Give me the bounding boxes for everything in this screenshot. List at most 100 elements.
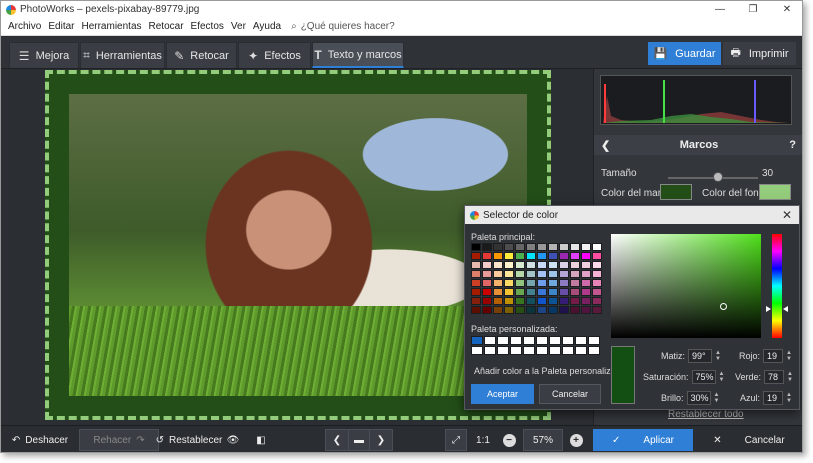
palette-color-swatch[interactable] [537,270,547,278]
palette-color-swatch[interactable] [559,261,569,269]
add-custom-color-button[interactable]: Añadir color a la Paleta personalizada [474,366,626,376]
palette-color-swatch[interactable] [559,306,569,314]
palette-color-swatch[interactable] [484,336,496,345]
back-icon[interactable]: ❮ [601,139,610,152]
palette-color-swatch[interactable] [526,306,536,314]
palette-color-swatch[interactable] [515,288,525,296]
palette-color-swatch[interactable] [548,306,558,314]
palette-color-swatch[interactable] [471,288,481,296]
palette-color-swatch[interactable] [581,261,591,269]
palette-color-swatch[interactable] [526,252,536,260]
palette-color-swatch[interactable] [493,297,503,305]
palette-color-swatch[interactable] [497,346,509,355]
palette-color-swatch[interactable] [575,346,587,355]
palette-color-swatch[interactable] [559,288,569,296]
menu-editar[interactable]: Editar [48,21,74,32]
palette-color-swatch[interactable] [504,270,514,278]
palette-color-swatch[interactable] [536,336,548,345]
palette-color-swatch[interactable] [504,306,514,314]
palette-color-swatch[interactable] [471,261,481,269]
palette-color-swatch[interactable] [482,243,492,251]
palette-color-swatch[interactable] [570,261,580,269]
palette-color-swatch[interactable] [526,279,536,287]
palette-color-swatch[interactable] [548,252,558,260]
palette-color-swatch[interactable] [562,346,574,355]
palette-color-swatch[interactable] [515,243,525,251]
palette-color-swatch[interactable] [559,270,569,278]
palette-color-swatch[interactable] [493,270,503,278]
palette-color-swatch[interactable] [592,297,602,305]
hue-slider-arrow-left-icon[interactable] [766,306,771,313]
undo-button[interactable]: ↶ Deshacer [9,429,71,451]
palette-color-swatch[interactable] [510,346,522,355]
palette-color-swatch[interactable] [548,270,558,278]
palette-color-swatch[interactable] [493,252,503,260]
palette-color-swatch[interactable] [526,261,536,269]
palette-color-swatch[interactable] [549,346,561,355]
saturation-field[interactable]: Saturación: 75% ▲ ▼ [643,370,724,384]
close-window-button[interactable]: ✕ [772,1,802,18]
palette-color-swatch[interactable] [504,279,514,287]
previous-image-button[interactable]: ❮ [325,429,349,451]
palette-color-swatch[interactable] [471,279,481,287]
palette-color-swatch[interactable] [482,279,492,287]
palette-color-swatch[interactable] [581,252,591,260]
palette-color-swatch[interactable] [537,261,547,269]
zoom-in-button[interactable]: + [566,429,586,451]
reset-all-link[interactable]: Restablecer todo [668,409,744,420]
actual-size-button[interactable]: 1:1 [471,429,495,451]
palette-color-swatch[interactable] [581,288,591,296]
menu-ver[interactable]: Ver [231,21,246,32]
palette-color-swatch[interactable] [548,261,558,269]
palette-color-swatch[interactable] [515,252,525,260]
palette-color-swatch[interactable] [588,346,600,355]
palette-color-swatch[interactable] [497,336,509,345]
tab-texto-y-marcos[interactable]: T Texto y marcos [312,42,404,68]
palette-color-swatch[interactable] [592,243,602,251]
next-image-button[interactable]: ❯ [369,429,393,451]
palette-color-swatch[interactable] [537,297,547,305]
menu-archivo[interactable]: Archivo [8,21,41,32]
palette-color-swatch[interactable] [482,252,492,260]
palette-color-swatch[interactable] [537,243,547,251]
palette-color-swatch[interactable] [536,346,548,355]
palette-color-swatch[interactable] [559,252,569,260]
palette-color-swatch[interactable] [592,306,602,314]
palette-color-swatch[interactable] [515,306,525,314]
tab-herramientas[interactable]: ⌗ Herramientas [80,42,165,68]
palette-color-swatch[interactable] [548,243,558,251]
palette-color-swatch[interactable] [592,288,602,296]
tab-retocar[interactable]: ✎ Retocar [166,42,237,68]
dialog-cancel-button[interactable]: Cancelar [539,384,601,404]
hue-spinner-icon[interactable]: ▲ ▼ [715,350,721,362]
hue-field[interactable]: Matiz: 99° ▲ ▼ [661,349,721,363]
palette-color-swatch[interactable] [570,252,580,260]
reset-button[interactable]: ↺ Restablecer [156,429,223,451]
palette-color-swatch[interactable] [570,288,580,296]
palette-color-swatch[interactable] [515,261,525,269]
zoom-level[interactable]: 57% [523,429,563,451]
menu-retocar[interactable]: Retocar [149,21,184,32]
preview-button[interactable]: 👁 [221,429,245,451]
blue-spinner-icon[interactable]: ▲ ▼ [786,392,792,404]
minimize-button[interactable]: — [705,1,735,18]
palette-color-swatch[interactable] [523,346,535,355]
palette-color-swatch[interactable] [581,297,591,305]
tab-mejora[interactable]: ☰ Mejora [9,42,79,68]
palette-color-swatch[interactable] [504,243,514,251]
palette-color-swatch[interactable] [537,306,547,314]
green-input[interactable]: 78 [764,370,785,384]
red-spinner-icon[interactable]: ▲ ▼ [786,350,792,362]
dialog-close-button[interactable]: ✕ [782,208,792,222]
palette-color-swatch[interactable] [548,288,558,296]
palette-color-swatch[interactable] [482,306,492,314]
palette-color-swatch[interactable] [570,243,580,251]
palette-color-swatch[interactable] [581,243,591,251]
palette-color-swatch[interactable] [471,336,483,345]
palette-color-swatch[interactable] [471,270,481,278]
palette-color-swatch[interactable] [575,336,587,345]
palette-color-swatch[interactable] [493,243,503,251]
open-folder-button[interactable]: ▬ [348,429,370,451]
palette-color-swatch[interactable] [588,336,600,345]
palette-color-swatch[interactable] [592,270,602,278]
